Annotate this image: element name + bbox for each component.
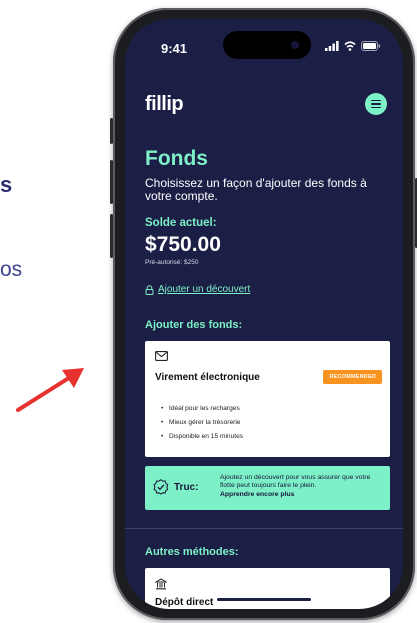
tip-message: Ajoutez un découvert pour vous assurer q… xyxy=(220,474,371,490)
menu-icon-line xyxy=(371,99,381,102)
add-overdraft-label: Ajouter un découvert xyxy=(158,284,251,295)
home-indicator[interactable] xyxy=(217,598,311,601)
list-item-text: Idéal pour les recharges xyxy=(169,405,240,412)
learn-more-link[interactable]: Apprendre encore plus xyxy=(220,491,385,499)
app-logo: fillip xyxy=(145,93,184,115)
phone-volume-up-button xyxy=(110,160,113,204)
add-funds-heading: Ajouter des fonds: xyxy=(145,319,243,331)
dynamic-island xyxy=(223,31,311,59)
other-methods-heading: Autres méthodes: xyxy=(145,546,239,558)
phone-frame: 9:41 fillip Fonds Choisissez un façon d'… xyxy=(110,8,417,620)
e-transfer-title: Virement électronique xyxy=(155,372,260,383)
battery-icon xyxy=(361,41,381,51)
page-title: Fonds xyxy=(145,147,208,170)
status-time: 9:41 xyxy=(161,41,188,56)
list-item-text: Mieux gérer la trésorerie xyxy=(169,419,241,426)
menu-icon-line xyxy=(371,103,381,105)
page-subtitle: Choisissez un façon d'ajouter des fonds … xyxy=(145,176,367,203)
status-bar: 9:41 xyxy=(125,19,403,65)
app-screen: 9:41 fillip Fonds Choisissez un façon d'… xyxy=(125,19,403,609)
direct-deposit-title: Dépôt direct xyxy=(155,597,214,608)
preauthorized-amount: Pré-autorisé: $250 xyxy=(145,259,199,266)
menu-button[interactable] xyxy=(365,93,387,115)
tip-label: Truc: xyxy=(174,482,199,493)
menu-icon-line xyxy=(371,106,381,109)
add-overdraft-link[interactable]: Ajouter un découvert xyxy=(145,284,250,295)
phone-volume-down-button xyxy=(110,214,113,258)
background-heading-fragment: s xyxy=(0,172,13,197)
wifi-icon xyxy=(344,41,356,51)
list-item-text: Disponible en 15 minutes xyxy=(169,433,244,440)
list-item: • Mieux gérer la trésorerie xyxy=(161,419,241,426)
phone-side-button xyxy=(110,118,113,144)
check-badge-icon xyxy=(153,479,169,495)
direct-deposit-card[interactable]: Dépôt direct xyxy=(145,568,390,609)
balance-label: Solde actuel: xyxy=(145,217,217,229)
section-divider xyxy=(125,528,403,529)
e-transfer-card[interactable]: Virement électronique RECOMMENDED • Idéal… xyxy=(145,341,390,457)
camera-dot xyxy=(291,41,299,49)
recommended-badge: RECOMMENDED xyxy=(323,370,382,384)
balance-value: $750.00 xyxy=(145,233,221,256)
background-text-fragment: os xyxy=(0,258,23,281)
cellular-icon xyxy=(325,41,339,51)
status-icons xyxy=(325,41,381,51)
bank-icon xyxy=(155,578,167,590)
e-transfer-benefits: • Idéal pour les recharges • Mieux gérer l… xyxy=(161,405,243,447)
lock-icon xyxy=(145,284,154,295)
mail-icon xyxy=(155,351,168,361)
list-item: • Disponible en 15 minutes xyxy=(161,433,244,440)
tip-text: Ajoutez un découvert pour vous assurer q… xyxy=(220,474,385,499)
tip-box: Truc: Ajoutez un découvert pour vous ass… xyxy=(145,466,390,510)
arrow-icon xyxy=(16,368,84,412)
list-item: • Idéal pour les recharges xyxy=(161,405,240,412)
